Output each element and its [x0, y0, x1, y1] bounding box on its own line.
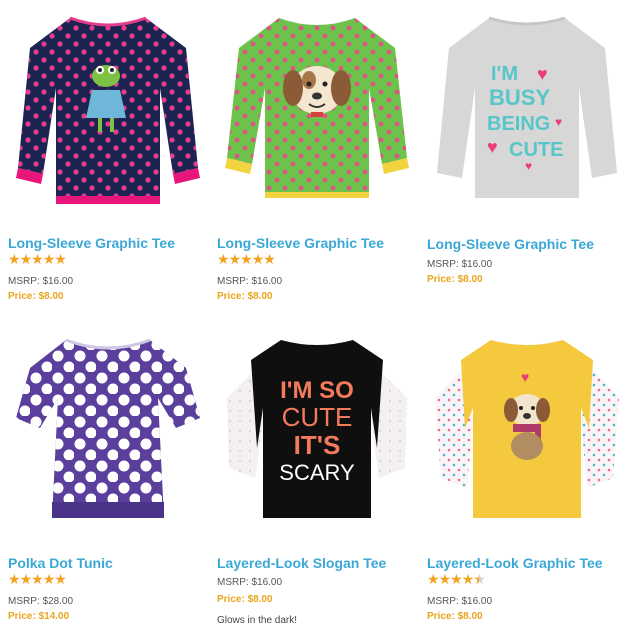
star-icon: ★ [240, 251, 253, 267]
star-icon: ★ [438, 571, 452, 587]
product-title[interactable]: Layered-Look Slogan Tee [217, 555, 386, 571]
product-grid: Long-Sleeve Graphic Tee ★★★★★ MSRP: $16.… [0, 0, 628, 633]
heart-icon: ♥ [537, 64, 548, 84]
heart-icon: ♥ [487, 137, 498, 157]
price-label: Price: $8.00 [427, 611, 483, 622]
price-label: Price: $14.00 [8, 611, 70, 622]
price-label: Price: $8.00 [217, 291, 273, 302]
product-image[interactable] [8, 328, 208, 543]
product-image[interactable]: ♥ [427, 328, 627, 543]
msrp-label: MSRP: $16.00 [217, 276, 283, 287]
heart-icon: ♥ [555, 115, 562, 129]
rating-stars: ★★★★★ [427, 571, 486, 587]
product-image[interactable]: I'M ♥ BUSY BEING ♥ CUTE ♥ ♥ [427, 8, 627, 223]
product-title[interactable]: Polka Dot Tunic [8, 555, 113, 571]
star-icon: ★ [217, 251, 230, 267]
star-icon: ★ [263, 251, 276, 267]
msrp-label: MSRP: $16.00 [427, 596, 493, 607]
price-label: Price: $8.00 [217, 594, 273, 605]
heart-icon: ♥ [521, 369, 529, 385]
star-icon: ★ [31, 251, 44, 267]
product-note: Glows in the dark! [217, 615, 298, 626]
graphic-text: I'M [491, 63, 518, 85]
rating-stars: ★★★★★ [217, 251, 276, 267]
price-label: Price: $8.00 [8, 291, 64, 302]
heart-icon: ♥ [525, 159, 532, 173]
star-icon: ★ [427, 571, 440, 587]
price-label: Price: $8.00 [427, 274, 483, 285]
product-title[interactable]: Layered-Look Graphic Tee [427, 555, 603, 571]
star-icon: ★ [42, 251, 56, 267]
product-image[interactable] [217, 8, 417, 223]
graphic-text: CUTE [509, 139, 563, 161]
product-title[interactable]: Long-Sleeve Graphic Tee [427, 236, 594, 252]
rating-stars: ★★★★★ [8, 571, 67, 587]
star-icon: ★ [228, 251, 242, 267]
star-icon: ★ [8, 571, 21, 587]
msrp-label: MSRP: $16.00 [217, 577, 283, 588]
star-icon: ★ [54, 571, 67, 587]
graphic-text: CUTE [282, 402, 353, 432]
msrp-label: MSRP: $28.00 [8, 596, 74, 607]
graphic-text: SCARY [279, 460, 355, 485]
msrp-label: MSRP: $16.00 [8, 276, 74, 287]
star-icon: ★ [19, 571, 33, 587]
msrp-label: MSRP: $16.00 [427, 259, 493, 270]
star-icon: ★ [461, 571, 475, 587]
star-icon: ★ [54, 251, 67, 267]
half-star-icon: ★ [473, 571, 486, 587]
star-icon: ★ [8, 251, 21, 267]
product-image[interactable] [8, 8, 208, 223]
graphic-text: BEING [487, 113, 550, 135]
graphic-text: I'M SO [280, 377, 354, 404]
product-title[interactable]: Long-Sleeve Graphic Tee [217, 235, 384, 251]
product-title[interactable]: Long-Sleeve Graphic Tee [8, 235, 175, 251]
star-icon: ★ [450, 571, 463, 587]
graphic-text: IT'S [294, 430, 341, 460]
rating-stars: ★★★★★ [8, 251, 67, 267]
star-icon: ★ [31, 571, 44, 587]
product-image[interactable]: I'M SO CUTE IT'S SCARY [217, 328, 417, 543]
star-icon: ★ [42, 571, 56, 587]
star-icon: ★ [19, 251, 33, 267]
star-icon: ★ [251, 251, 265, 267]
graphic-text: BUSY [489, 85, 550, 110]
